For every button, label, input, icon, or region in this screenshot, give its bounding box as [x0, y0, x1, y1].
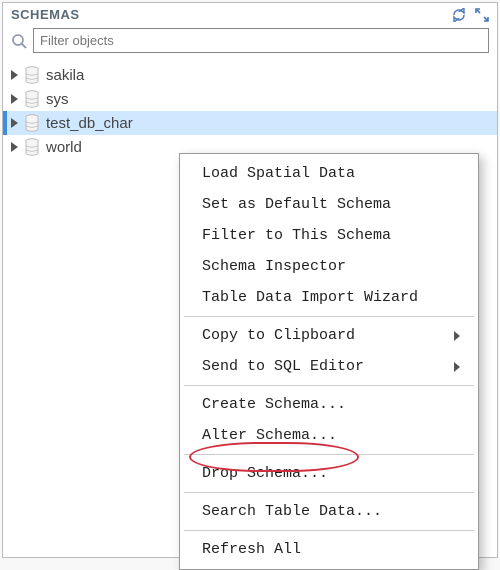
expand-arrow-icon[interactable] [11, 118, 18, 128]
context-menu: Load Spatial Data Set as Default Schema … [179, 153, 479, 570]
filter-input[interactable] [33, 28, 489, 53]
menu-separator [184, 385, 474, 386]
menu-item-label: Send to SQL Editor [202, 358, 364, 375]
menu-refresh-all[interactable]: Refresh All [180, 534, 478, 565]
panel-header: SCHEMAS [3, 3, 497, 26]
database-icon [24, 90, 40, 108]
menu-item-label: Copy to Clipboard [202, 327, 355, 344]
search-icon [11, 33, 27, 49]
schema-label: sakila [46, 67, 84, 84]
menu-load-spatial-data[interactable]: Load Spatial Data [180, 158, 478, 189]
schemas-panel: SCHEMAS [2, 2, 498, 558]
menu-separator [184, 454, 474, 455]
refresh-icon[interactable] [451, 8, 467, 22]
schema-label: sys [46, 91, 69, 108]
menu-search-table-data[interactable]: Search Table Data... [180, 496, 478, 527]
menu-item-label: Set as Default Schema [202, 196, 391, 213]
menu-table-data-import[interactable]: Table Data Import Wizard [180, 282, 478, 313]
expand-icon[interactable] [475, 8, 489, 22]
schema-item-test-db-char[interactable]: test_db_char [3, 111, 497, 135]
schema-item-sys[interactable]: sys [3, 87, 497, 111]
database-icon [24, 114, 40, 132]
menu-item-label: Create Schema... [202, 396, 346, 413]
menu-item-label: Filter to This Schema [202, 227, 391, 244]
menu-separator [184, 316, 474, 317]
menu-item-label: Load Spatial Data [202, 165, 355, 182]
menu-set-default-schema[interactable]: Set as Default Schema [180, 189, 478, 220]
menu-send-to-sql-editor[interactable]: Send to SQL Editor [180, 351, 478, 382]
expand-arrow-icon[interactable] [11, 142, 18, 152]
menu-schema-inspector[interactable]: Schema Inspector [180, 251, 478, 282]
search-row [3, 26, 497, 59]
menu-filter-to-schema[interactable]: Filter to This Schema [180, 220, 478, 251]
panel-title: SCHEMAS [11, 7, 80, 22]
menu-separator [184, 492, 474, 493]
header-icon-group [451, 8, 489, 22]
expand-arrow-icon[interactable] [11, 70, 18, 80]
schema-label: test_db_char [46, 115, 133, 132]
menu-drop-schema[interactable]: Drop Schema... [180, 458, 478, 489]
menu-item-label: Drop Schema... [202, 465, 328, 482]
database-icon [24, 66, 40, 84]
menu-item-label: Search Table Data... [202, 503, 382, 520]
menu-separator [184, 530, 474, 531]
schema-tree: sakila sys [3, 59, 497, 163]
database-icon [24, 138, 40, 156]
schema-item-sakila[interactable]: sakila [3, 63, 497, 87]
menu-create-schema[interactable]: Create Schema... [180, 389, 478, 420]
menu-alter-schema[interactable]: Alter Schema... [180, 420, 478, 451]
menu-item-label: Table Data Import Wizard [202, 289, 418, 306]
submenu-arrow-icon [454, 331, 460, 341]
submenu-arrow-icon [454, 362, 460, 372]
menu-copy-to-clipboard[interactable]: Copy to Clipboard [180, 320, 478, 351]
expand-arrow-icon[interactable] [11, 94, 18, 104]
menu-item-label: Schema Inspector [202, 258, 346, 275]
menu-item-label: Refresh All [202, 541, 301, 558]
menu-item-label: Alter Schema... [202, 427, 337, 444]
schema-label: world [46, 139, 82, 156]
